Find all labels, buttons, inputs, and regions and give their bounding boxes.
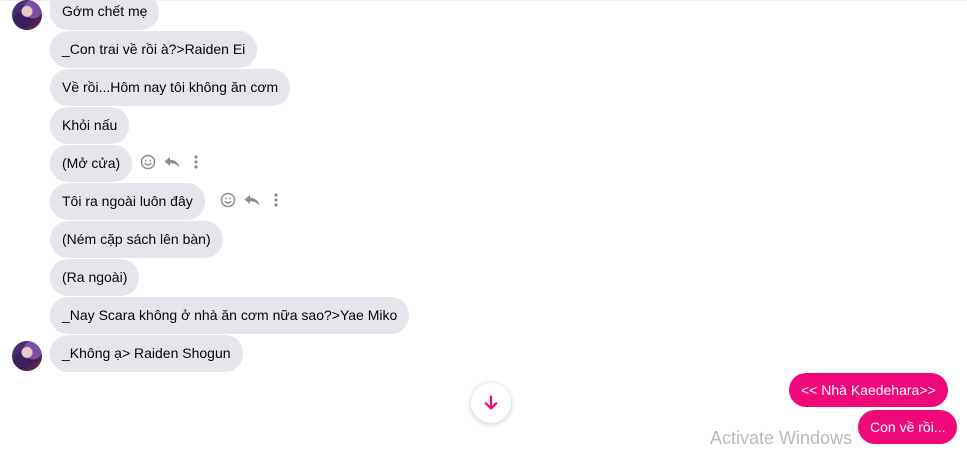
message-actions [139,150,205,174]
message-bubble[interactable]: _Không ạ> Raiden Shogun [50,335,243,372]
arrow-down-icon [484,395,498,410]
smiley-icon[interactable] [139,153,157,171]
message-bubble[interactable]: (Mở cửa) [50,145,133,182]
message-bubble[interactable]: Về rồi...Hôm nay tôi không ăn cơm [50,69,291,106]
reply-icon[interactable] [163,153,181,171]
message-bubble[interactable]: Gớm chết mẹ [50,0,160,30]
avatar[interactable] [12,0,42,30]
avatar[interactable] [12,341,42,371]
smiley-icon[interactable] [219,191,237,209]
message-bubble[interactable]: (Ra ngoài) [50,259,140,296]
message-bubble[interactable]: _Con trai về rồi à?>Raiden Ei [50,31,258,68]
message-bubble[interactable]: (Ném cặp sách lên bàn) [50,221,223,258]
more-dots-icon[interactable] [267,191,285,209]
reply-icon[interactable] [243,191,261,209]
message-bubble[interactable]: _Nay Scara không ở nhà ăn cơm nữa sao?>Y… [50,297,410,334]
more-dots-icon[interactable] [187,153,205,171]
sent-message-bubble[interactable]: Con về rồi... [858,410,958,444]
message-actions [219,188,285,212]
scroll-to-bottom-button[interactable] [471,383,511,423]
activate-windows-watermark: Activate Windows [710,428,853,448]
sent-message-bubble[interactable]: << Nhà Kaedehara>> [789,373,948,407]
message-bubble[interactable]: Tôi ra ngoài luôn đây [50,183,205,220]
message-bubble[interactable]: Khỏi nấu [50,107,130,144]
